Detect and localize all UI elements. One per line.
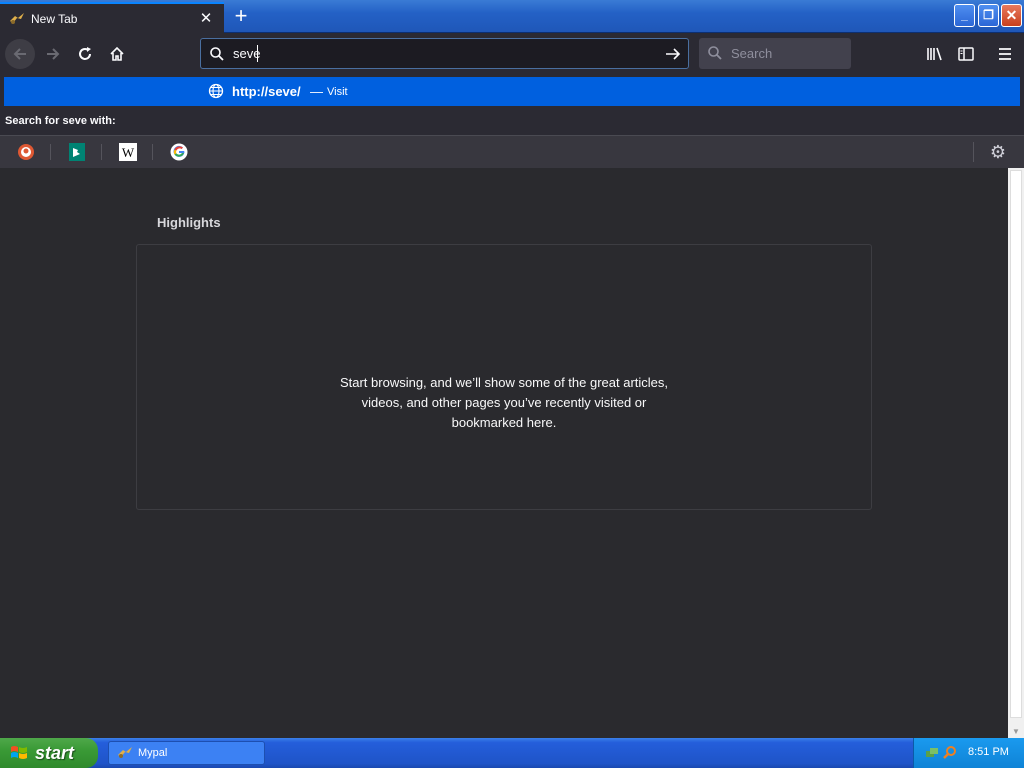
bing-icon[interactable]	[68, 143, 86, 161]
scroll-down-icon[interactable]: ▼	[1012, 727, 1020, 736]
system-tray: 8:51 PM	[913, 738, 1024, 768]
network-icon[interactable]	[924, 745, 940, 766]
taskbar: start Mypal 8:51 PM	[0, 738, 1024, 768]
highlights-message-text: Start browsing, and we’ll show some of t…	[339, 375, 669, 430]
minimize-button[interactable]: _	[954, 4, 975, 27]
restore-button[interactable]: ❐	[978, 4, 999, 27]
title-bar: New Tab ✕ + _ ❐ ✕	[0, 0, 1024, 33]
clock: 8:51 PM	[968, 746, 1009, 758]
suggestion-separator: —	[310, 84, 323, 99]
hamburger-menu-icon	[999, 48, 1011, 60]
wikipedia-icon[interactable]: W	[119, 143, 137, 161]
windows-flag-icon	[11, 746, 27, 759]
back-arrow-icon	[13, 48, 26, 60]
search-with-label: Search for seve with:	[5, 115, 116, 127]
window-close-button[interactable]: ✕	[1001, 4, 1022, 27]
back-button[interactable]	[5, 39, 35, 69]
library-icon	[927, 47, 942, 61]
gear-icon[interactable]: ⚙	[989, 143, 1007, 161]
mypal-icon	[118, 747, 132, 758]
taskbar-item-mypal[interactable]: Mypal	[108, 741, 265, 765]
duckduckgo-icon[interactable]	[17, 143, 35, 161]
suggestion-url: http://seve/	[232, 84, 301, 99]
mypal-favicon-icon	[9, 11, 25, 27]
forward-button[interactable]	[38, 39, 68, 69]
suggestion-row[interactable]: http://seve/ — Visit	[4, 77, 1020, 106]
engine-divider	[973, 142, 974, 162]
home-button[interactable]	[102, 39, 132, 69]
tab-new-tab[interactable]: New Tab ✕	[0, 2, 224, 33]
forward-arrow-icon	[47, 48, 60, 60]
search-bar[interactable]: Search	[699, 38, 851, 69]
library-button[interactable]	[920, 39, 950, 69]
url-bar[interactable]: seve	[200, 38, 689, 69]
engine-divider	[101, 144, 102, 160]
reload-button[interactable]	[70, 39, 100, 69]
globe-icon	[208, 83, 224, 104]
start-button[interactable]: start	[0, 738, 98, 768]
engine-divider	[50, 144, 51, 160]
start-label: start	[35, 742, 75, 763]
suggestion-action: Visit	[327, 86, 348, 98]
sidebar-icon	[958, 47, 974, 61]
search-placeholder: Search	[731, 46, 773, 61]
menu-button[interactable]	[990, 39, 1020, 69]
scrollbar-thumb[interactable]	[1010, 170, 1022, 718]
highlights-empty-message: Start browsing, and we’ll show some of t…	[137, 373, 871, 433]
engine-divider	[152, 144, 153, 160]
taskbar-item-label: Mypal	[138, 747, 168, 759]
home-icon	[110, 46, 124, 61]
search-icon	[209, 46, 225, 67]
highlights-panel: Start browsing, and we’ll show some of t…	[136, 244, 872, 510]
tab-title: New Tab	[31, 11, 78, 26]
reload-icon	[79, 47, 91, 60]
nav-toolbar: seve Search	[0, 33, 1024, 74]
search-tray-icon[interactable]	[942, 745, 958, 766]
tab-close-icon[interactable]: ✕	[198, 10, 214, 27]
google-icon[interactable]	[170, 143, 188, 161]
search-engine-bar: W ⚙	[0, 135, 1024, 168]
new-tab-button[interactable]: +	[230, 5, 252, 27]
text-caret	[257, 45, 258, 62]
go-arrow-icon[interactable]	[664, 45, 682, 68]
sidebar-button[interactable]	[951, 39, 981, 69]
vertical-scrollbar[interactable]: ▼	[1008, 168, 1024, 738]
search-icon	[707, 45, 723, 66]
url-dropdown: http://seve/ — Visit Search for seve wit…	[0, 74, 1024, 168]
highlights-title: Highlights	[157, 215, 221, 230]
newtab-content: Highlights Start browsing, and we’ll sho…	[0, 168, 1008, 738]
svg-text:W: W	[122, 145, 135, 160]
